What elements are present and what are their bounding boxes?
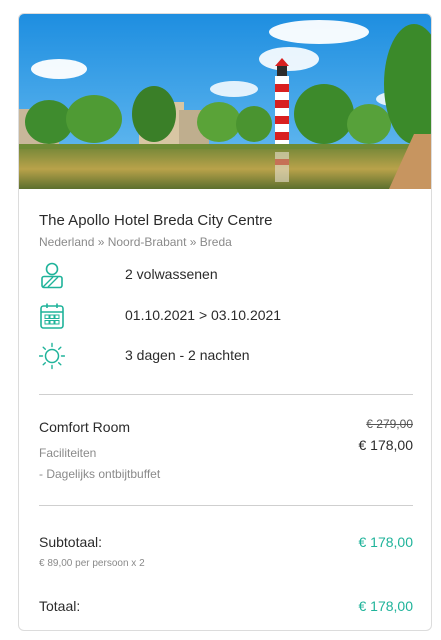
divider bbox=[39, 394, 413, 395]
dates-row: 01.10.2021 > 03.10.2021 bbox=[39, 302, 419, 330]
facility-item: - Dagelijks ontbijtbuffet bbox=[39, 467, 161, 481]
room-name: Comfort Room bbox=[39, 419, 131, 435]
duration-text: 3 dagen - 2 nachten bbox=[125, 347, 250, 363]
guests-row: 2 volwassenen bbox=[39, 261, 419, 289]
total-value: € 178,00 bbox=[358, 598, 414, 614]
hotel-location-breadcrumb: Nederland » Noord-Brabant » Breda bbox=[39, 235, 232, 249]
facilities-title: Faciliteiten bbox=[39, 446, 97, 460]
booking-summary-card: The Apollo Hotel Breda City Centre Neder… bbox=[18, 13, 432, 631]
subtotal-value: € 178,00 bbox=[358, 534, 414, 550]
divider bbox=[39, 505, 413, 506]
duration-row: 3 dagen - 2 nachten bbox=[39, 342, 419, 370]
sun-icon bbox=[39, 342, 65, 370]
person-icon bbox=[41, 262, 63, 289]
hotel-photo bbox=[19, 14, 431, 189]
guests-text: 2 volwassenen bbox=[125, 266, 218, 282]
dates-text: 01.10.2021 > 03.10.2021 bbox=[125, 307, 282, 323]
subtotal-label: Subtotaal: bbox=[39, 534, 103, 550]
room-old-price: € 279,00 bbox=[366, 417, 413, 431]
subtotal-note: € 89,00 per persoon x 2 bbox=[39, 558, 145, 569]
calendar-icon bbox=[40, 303, 64, 329]
room-price: € 178,00 bbox=[358, 437, 414, 453]
total-label: Totaal: bbox=[39, 598, 81, 614]
hotel-name: The Apollo Hotel Breda City Centre bbox=[39, 212, 273, 229]
